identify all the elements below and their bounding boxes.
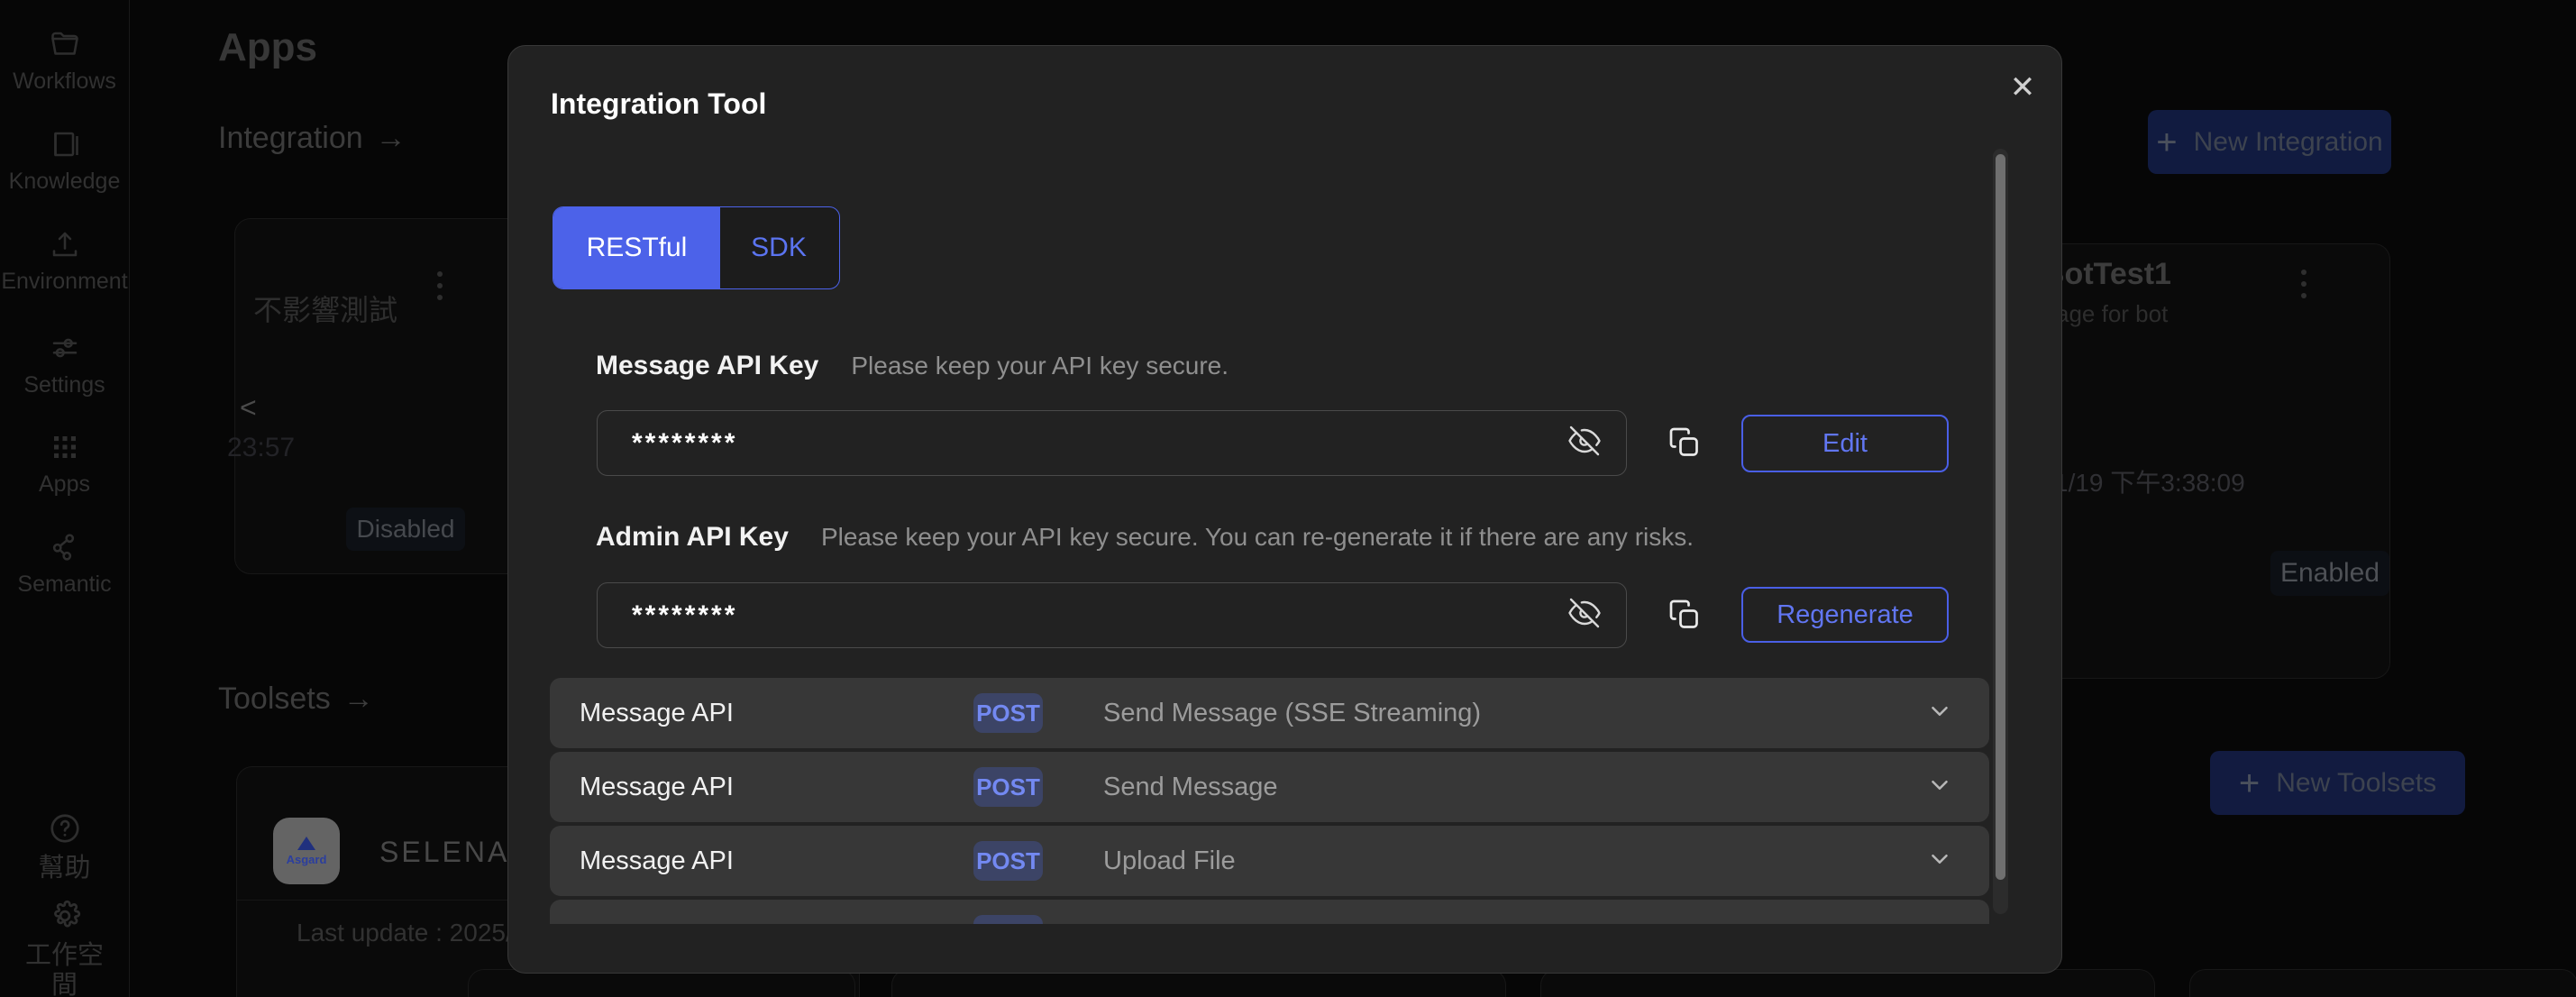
sidebar-item-settings[interactable]: Settings: [0, 332, 129, 398]
folder-icon: [0, 28, 129, 60]
sidebar: Workflows Knowledge Environment Settings…: [0, 0, 130, 997]
sidebar-item-label: Environment: [0, 269, 129, 295]
book-icon: [0, 128, 129, 160]
integration-card-time: 23:57: [227, 433, 295, 463]
message-api-key-input[interactable]: ********: [597, 410, 1627, 476]
admin-api-key-value: ********: [632, 593, 1568, 638]
chevron-down-icon: [1926, 772, 1953, 803]
api-name: Send Message (SSE Streaming): [1103, 699, 1926, 728]
bot-card-timestamp: 1/19 下午3:38:09: [2054, 463, 2245, 499]
toolsets-section-link[interactable]: Toolsets →: [218, 681, 374, 717]
message-api-key-hint: Please keep your API key secure.: [851, 352, 1229, 380]
sidebar-item-workspace[interactable]: 工作空間: [0, 899, 129, 997]
asgard-logo-text: Asgard: [287, 853, 327, 866]
kebab-menu-icon[interactable]: [2301, 270, 2307, 298]
bot-card-subtitle: age for bot: [2056, 300, 2168, 328]
method-badge: POST: [973, 767, 1043, 807]
page-title: Apps: [218, 25, 317, 70]
grid-icon: [0, 431, 129, 463]
sidebar-item-environment[interactable]: Environment: [0, 228, 129, 295]
sidebar-item-label: Settings: [0, 372, 129, 398]
gear-icon: [0, 899, 129, 933]
upload-icon: [0, 228, 129, 261]
new-integration-label: New Integration: [2194, 127, 2383, 158]
eye-off-icon[interactable]: [1568, 597, 1601, 634]
plus-icon: +: [2239, 765, 2260, 801]
arrow-right-icon: →: [343, 681, 374, 717]
integration-card-title: 不影響測試: [253, 288, 397, 329]
app-screen: Workflows Knowledge Environment Settings…: [0, 0, 2576, 997]
toolset-name: SELENA: [379, 836, 509, 869]
copy-icon[interactable]: [1668, 599, 1701, 636]
tab-restful[interactable]: RESTful: [553, 207, 720, 288]
new-toolsets-label: New Toolsets: [2276, 768, 2436, 799]
api-row-send-message-sse[interactable]: Message API POST Send Message (SSE Strea…: [550, 678, 1989, 748]
kebab-menu-icon[interactable]: [437, 271, 443, 300]
sidebar-item-semantic[interactable]: Semantic: [0, 531, 129, 598]
edit-button[interactable]: Edit: [1741, 415, 1949, 472]
sidebar-item-label: Knowledge: [0, 169, 129, 195]
new-integration-button[interactable]: + New Integration: [2148, 110, 2391, 174]
copy-icon[interactable]: [1668, 426, 1701, 463]
new-toolsets-button[interactable]: + New Toolsets: [2210, 751, 2465, 815]
api-group: Admin API: [580, 920, 973, 925]
api-row-upload-file[interactable]: Message API POST Upload File: [550, 826, 1989, 896]
asgard-logo-icon: Asgard: [273, 818, 340, 884]
method-badge: POST: [973, 693, 1043, 733]
method-badge: GET: [973, 915, 1043, 924]
sidebar-item-label: Workflows: [0, 69, 129, 95]
admin-api-key-hint: Please keep your API key secure. You can…: [821, 523, 1694, 552]
api-row-send-message[interactable]: Message API POST Send Message: [550, 752, 1989, 822]
sidebar-item-knowledge[interactable]: Knowledge: [0, 128, 129, 195]
sidebar-item-label: Apps: [0, 471, 129, 498]
api-list: Message API POST Send Message (SSE Strea…: [550, 678, 1989, 924]
asgard-triangle: [297, 837, 315, 850]
help-icon: [0, 811, 129, 846]
api-group: Message API: [580, 699, 973, 728]
integration-tool-modal: Integration Tool ✕ RESTful SDK Message A…: [507, 45, 2062, 974]
tab-group: RESTful SDK: [553, 206, 840, 289]
sidebar-item-apps[interactable]: Apps: [0, 431, 129, 498]
partial-card: [2189, 969, 2576, 997]
tab-sdk[interactable]: SDK: [720, 207, 837, 288]
api-row-channel-history[interactable]: Admin API GET Channel History: [550, 900, 1989, 924]
api-name: Upload File: [1103, 846, 1926, 876]
message-api-key-value: ********: [632, 421, 1568, 466]
sidebar-item-help[interactable]: 幫助: [0, 811, 129, 883]
api-name: Channel History: [1103, 920, 1926, 925]
modal-scrollbar-thumb[interactable]: [1996, 154, 2005, 880]
chevron-down-icon: [1926, 846, 1953, 877]
close-icon[interactable]: ✕: [2000, 69, 2045, 105]
message-api-key-row: Message API Key Please keep your API key…: [596, 351, 1229, 381]
sidebar-item-label: 幫助: [22, 854, 108, 883]
api-name: Send Message: [1103, 773, 1926, 802]
back-chevron-icon[interactable]: <: [240, 391, 257, 425]
disabled-status-button[interactable]: Disabled: [346, 508, 465, 551]
integration-section-link[interactable]: Integration →: [218, 121, 406, 156]
chevron-down-icon: [1926, 698, 1953, 729]
admin-api-key-input[interactable]: ********: [597, 582, 1627, 648]
message-api-key-label: Message API Key: [596, 351, 818, 381]
method-badge: POST: [973, 841, 1043, 881]
eye-off-icon[interactable]: [1568, 425, 1601, 462]
arrow-right-icon: →: [376, 121, 406, 156]
enabled-status-button[interactable]: Enabled: [2270, 551, 2389, 596]
admin-api-key-label: Admin API Key: [596, 522, 789, 553]
regenerate-button[interactable]: Regenerate: [1741, 587, 1949, 643]
plus-icon: +: [2156, 124, 2177, 160]
integration-heading: Integration: [218, 121, 363, 156]
api-group: Message API: [580, 773, 973, 802]
chevron-down-icon: [1926, 919, 1953, 925]
sidebar-item-label: 工作空間: [22, 941, 108, 997]
sidebar-item-label: Semantic: [0, 572, 129, 598]
sidebar-item-workflows[interactable]: Workflows: [0, 28, 129, 95]
modal-title: Integration Tool: [551, 87, 766, 121]
network-icon: [0, 531, 129, 563]
admin-api-key-row: Admin API Key Please keep your API key s…: [596, 522, 1694, 553]
toolsets-heading: Toolsets: [218, 681, 331, 717]
sliders-icon: [0, 332, 129, 364]
api-group: Message API: [580, 846, 973, 876]
